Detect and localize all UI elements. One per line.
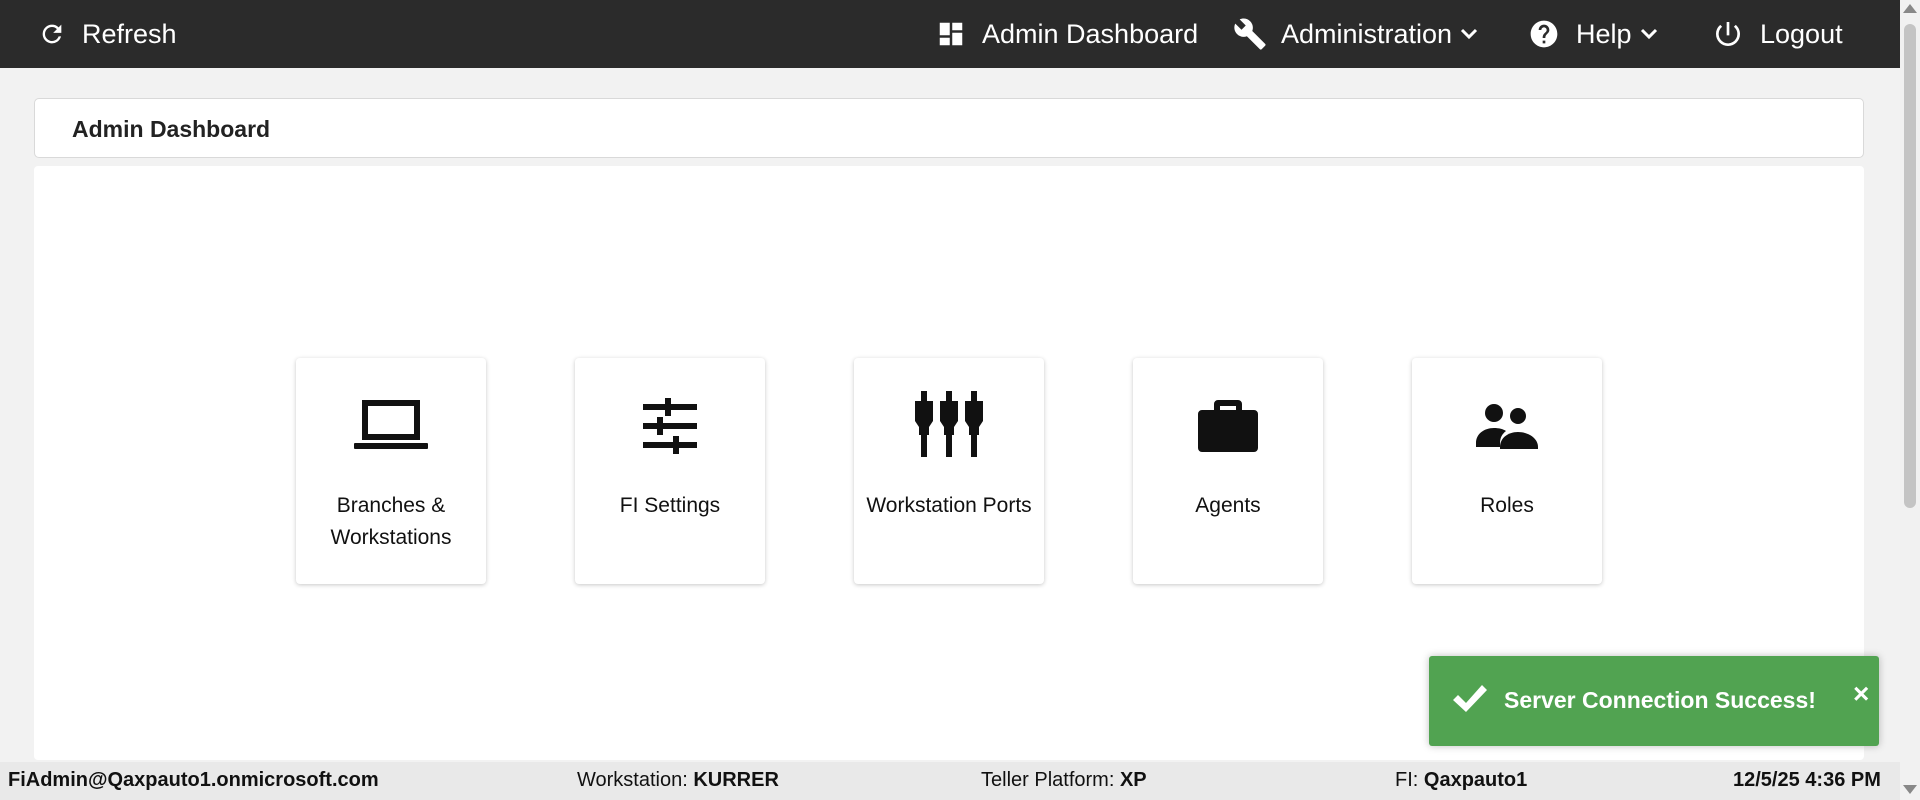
logout-label: Logout [1760, 18, 1843, 49]
status-workstation: Workstation: KURRER [577, 769, 779, 792]
status-fi-value: Qaxpauto1 [1423, 769, 1528, 791]
refresh-button[interactable]: Refresh [38, 0, 177, 68]
refresh-icon [38, 20, 66, 48]
status-fi: FI: Qaxpauto1 [1395, 769, 1527, 792]
help-icon [1528, 18, 1560, 50]
briefcase-icon [1133, 386, 1323, 466]
status-datetime: 12/5/25 4:36 PM [1733, 769, 1881, 791]
status-workstation-value: KURRER [693, 769, 779, 791]
help-menu[interactable]: Help [1528, 0, 1658, 68]
status-workstation-label: Workstation: [577, 769, 688, 791]
tile-agents[interactable]: Agents [1133, 358, 1323, 584]
status-fi-label: FI: [1395, 769, 1419, 791]
page-header-panel: Admin Dashboard [34, 98, 1864, 158]
scroll-thumb[interactable] [1904, 24, 1916, 508]
power-icon [1712, 18, 1744, 50]
status-teller-platform: Teller Platform: XP [981, 769, 1147, 792]
tile-branches-workstations[interactable]: Branches & Workstations [296, 358, 486, 584]
help-label: Help [1576, 18, 1632, 49]
vertical-scrollbar[interactable] [1900, 0, 1920, 800]
tile-label: Workstation Ports [866, 494, 1032, 517]
close-toast-button[interactable]: × [1853, 680, 1869, 708]
tile-label: Roles [1480, 494, 1534, 517]
toast-message: Server Connection Success! [1504, 687, 1816, 713]
tile-fi-settings[interactable]: FI Settings [575, 358, 765, 584]
success-toast: Server Connection Success! × [1429, 656, 1879, 746]
chevron-down-icon [1640, 28, 1658, 40]
checkmark-icon [1451, 682, 1489, 721]
page-title: Admin Dashboard [72, 116, 271, 142]
people-icon [1412, 386, 1602, 466]
tile-label: Branches & Workstations [330, 494, 452, 549]
scroll-up-arrow[interactable] [1903, 4, 1917, 13]
status-platform-label: Teller Platform: [981, 769, 1115, 791]
tile-label: FI Settings [619, 494, 721, 517]
wrench-icon [1233, 17, 1267, 51]
admin-dashboard-label: Admin Dashboard [982, 18, 1199, 49]
logout-button[interactable]: Logout [1712, 0, 1843, 68]
tile-label: Agents [1195, 494, 1261, 517]
ports-icon [854, 386, 1044, 466]
admin-dashboard-link[interactable]: Admin Dashboard [936, 0, 1198, 68]
administration-label: Administration [1281, 18, 1453, 49]
chevron-down-icon [1460, 28, 1478, 40]
status-user: FiAdmin@Qaxpauto1.onmicrosoft.com [8, 769, 379, 791]
administration-menu[interactable]: Administration [1233, 0, 1478, 68]
laptop-icon [296, 386, 486, 466]
tile-workstation-ports[interactable]: Workstation Ports [854, 358, 1044, 584]
scroll-down-arrow[interactable] [1903, 785, 1917, 794]
status-platform-value: XP [1119, 769, 1147, 791]
status-bar: FiAdmin@Qaxpauto1.onmicrosoft.com Workst… [0, 762, 1900, 800]
tile-roles[interactable]: Roles [1412, 358, 1602, 584]
refresh-label: Refresh [82, 18, 177, 49]
dashboard-icon [936, 19, 966, 49]
sliders-icon [575, 386, 765, 466]
top-navigation-bar: Refresh Admin Dashboard Administration H… [0, 0, 1900, 68]
